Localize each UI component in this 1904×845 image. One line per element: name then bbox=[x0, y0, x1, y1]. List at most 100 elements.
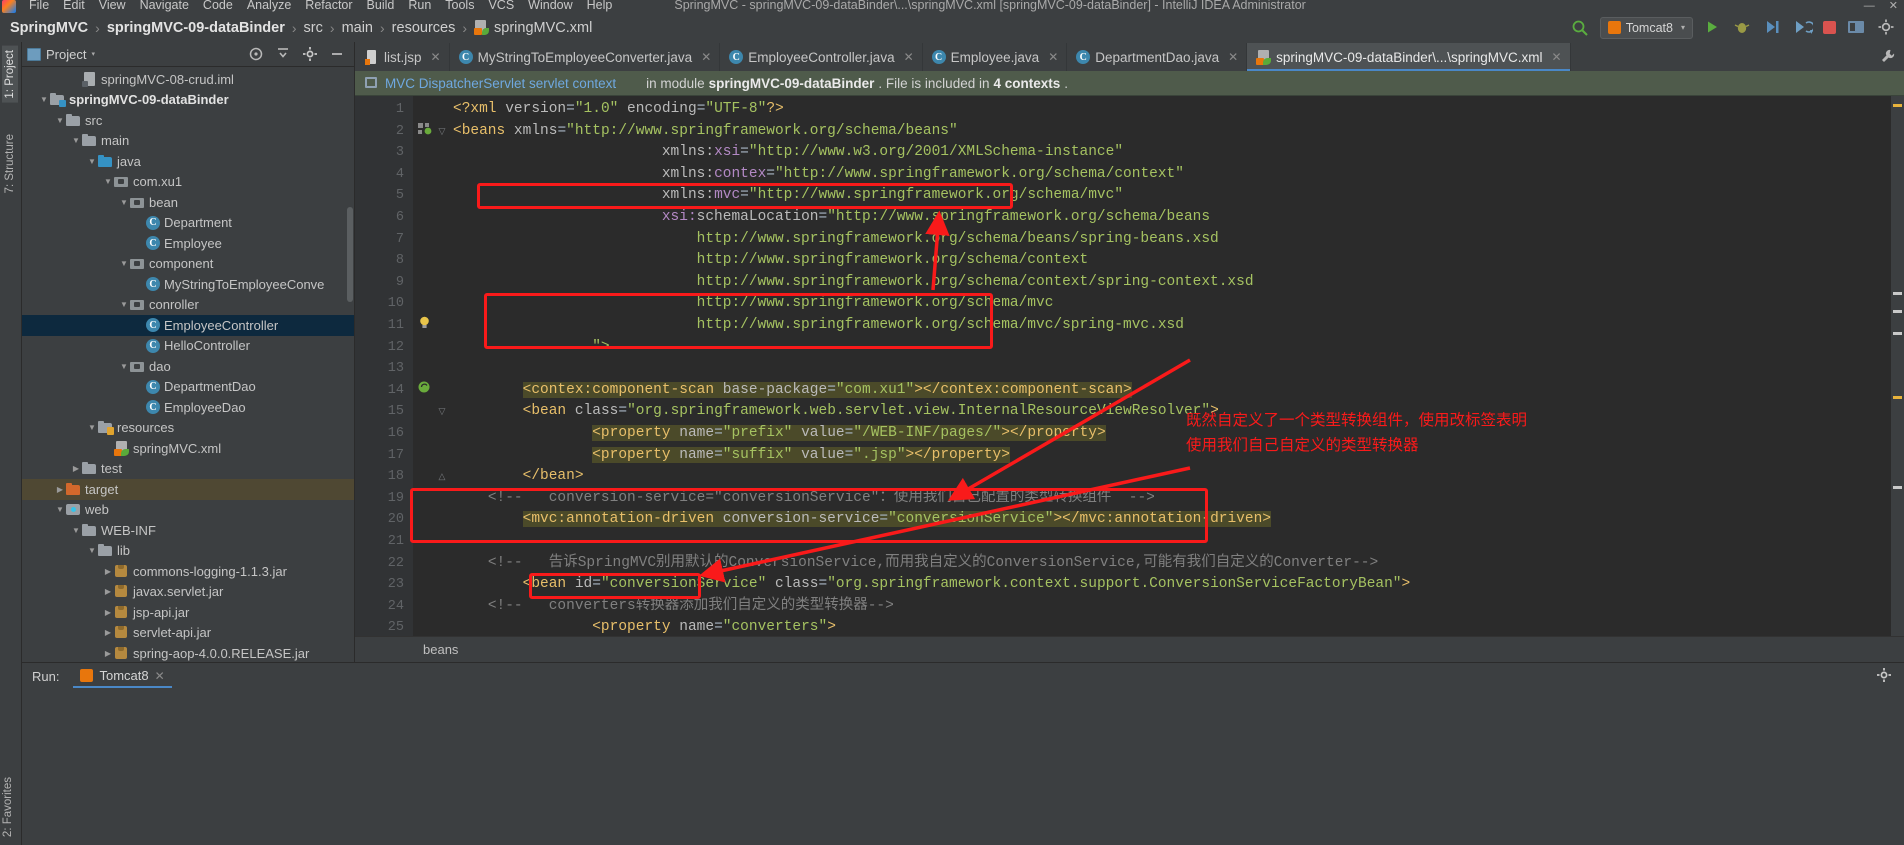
tree-item[interactable]: ▼ bean bbox=[22, 192, 354, 213]
search-icon[interactable] bbox=[1570, 18, 1590, 38]
wrench-icon[interactable] bbox=[1880, 48, 1904, 71]
tree-expand-arrow[interactable]: ▼ bbox=[54, 116, 66, 125]
tree-expand-arrow[interactable]: ▼ bbox=[86, 423, 98, 432]
tree-item[interactable]: ▼ dao bbox=[22, 356, 354, 377]
editor-breadcrumb[interactable]: beans bbox=[355, 636, 1904, 662]
tree-item[interactable]: ▶ spring-aop-4.0.0.RELEASE.jar bbox=[22, 643, 354, 664]
tree-expand-arrow[interactable]: ▼ bbox=[54, 505, 66, 514]
tree-item[interactable]: ▶ jsp-api.jar bbox=[22, 602, 354, 623]
close-icon[interactable]: ✕ bbox=[904, 50, 914, 64]
tree-item[interactable]: ▼ WEB-INF bbox=[22, 520, 354, 541]
intention-bulb-icon[interactable] bbox=[415, 315, 433, 337]
menu-item-run[interactable]: Run bbox=[401, 0, 438, 12]
tree-item[interactable]: ▼ com.xu1 bbox=[22, 172, 354, 193]
sidebar-item-structure[interactable]: 7: Structure bbox=[2, 130, 18, 197]
code-line[interactable]: xmlns:xsi="http://www.w3.org/2001/XMLSch… bbox=[453, 142, 1123, 164]
breadcrumb-springmvc[interactable]: SpringMVC bbox=[10, 20, 88, 36]
close-icon[interactable]: ✕ bbox=[1889, 0, 1898, 13]
menu-item-edit[interactable]: Edit bbox=[56, 0, 92, 12]
tree-item[interactable]: C Department bbox=[22, 213, 354, 234]
code-line[interactable]: http://www.springframework.org/schema/co… bbox=[453, 272, 1254, 294]
editor-fold-gutter[interactable] bbox=[413, 96, 435, 636]
coverage-icon[interactable] bbox=[1763, 18, 1783, 38]
code-line[interactable]: <!-- converters转换器添加我们自定义的类型转换器--> bbox=[453, 596, 894, 618]
tree-item[interactable]: ▼ java bbox=[22, 151, 354, 172]
breadcrumb-resources[interactable]: resources bbox=[392, 20, 456, 36]
tree-expand-arrow[interactable]: ▶ bbox=[102, 628, 114, 637]
breadcrumb-main[interactable]: main bbox=[342, 20, 373, 36]
menu-item-vcs[interactable]: VCS bbox=[481, 0, 521, 12]
code-line[interactable]: </bean> bbox=[453, 466, 584, 488]
tree-item[interactable]: ▼ resources bbox=[22, 418, 354, 439]
tree-item[interactable]: ▶ servlet-api.jar bbox=[22, 623, 354, 644]
tree-item[interactable]: ▼ component bbox=[22, 254, 354, 275]
code-line[interactable]: xmlns:contex="http://www.springframework… bbox=[453, 164, 1184, 186]
sidebar-item-favorites[interactable]: 2: Favorites bbox=[0, 773, 16, 841]
tree-expand-arrow[interactable]: ▶ bbox=[102, 608, 114, 617]
tree-expand-arrow[interactable]: ▶ bbox=[102, 649, 114, 658]
code-line[interactable]: <!-- conversion-service="conversionServi… bbox=[453, 488, 1155, 510]
code-line[interactable]: <!-- 告诉SpringMVC别用默认的ConversionService,而… bbox=[453, 553, 1378, 575]
tree-item[interactable]: C EmployeeController bbox=[22, 315, 354, 336]
code-fold-toggle[interactable]: △ bbox=[435, 466, 449, 488]
run-tab-tomcat8[interactable]: Tomcat8 ✕ bbox=[73, 665, 172, 688]
run-icon[interactable] bbox=[1703, 18, 1723, 38]
breadcrumb-module[interactable]: springMVC-09-dataBinder bbox=[107, 20, 285, 36]
debug-icon[interactable] bbox=[1733, 18, 1753, 38]
collapse-all-icon[interactable] bbox=[275, 46, 291, 62]
tree-expand-arrow[interactable]: ▼ bbox=[70, 136, 82, 145]
window-controls[interactable]: — ✕ bbox=[1864, 0, 1898, 13]
layout-icon[interactable] bbox=[1846, 18, 1866, 38]
banner-context-count[interactable]: 4 contexts bbox=[993, 76, 1060, 91]
tree-item[interactable]: C DepartmentDao bbox=[22, 377, 354, 398]
editor-tab[interactable]: springMVC-09-dataBinder\...\springMVC.xm… bbox=[1247, 43, 1571, 71]
code-line[interactable]: http://www.springframework.org/schema/be… bbox=[453, 229, 1219, 251]
editor-tab[interactable]: C DepartmentDao.java ✕ bbox=[1067, 43, 1248, 71]
tree-expand-arrow[interactable]: ▼ bbox=[118, 198, 130, 207]
menu-item-view[interactable]: View bbox=[92, 0, 133, 12]
code-line[interactable]: http://www.springframework.org/schema/co… bbox=[453, 250, 1089, 272]
menu-item-code[interactable]: Code bbox=[196, 0, 240, 12]
close-icon[interactable]: ✕ bbox=[1552, 50, 1562, 64]
spring-bean-gutter-icon[interactable] bbox=[415, 121, 433, 143]
menu-item-navigate[interactable]: Navigate bbox=[133, 0, 196, 12]
tree-expand-arrow[interactable]: ▼ bbox=[86, 546, 98, 555]
code-fold-toggle[interactable]: ▽ bbox=[435, 401, 449, 423]
settings-gear-icon[interactable] bbox=[1876, 667, 1904, 687]
hide-icon[interactable] bbox=[329, 46, 345, 62]
code-line[interactable]: <beans xmlns="http://www.springframework… bbox=[453, 121, 958, 143]
tree-expand-arrow[interactable]: ▼ bbox=[102, 177, 114, 186]
code-line[interactable]: xmlns:mvc="http://www.springframework.or… bbox=[453, 185, 1123, 207]
code-line[interactable]: <property name="converters"> bbox=[453, 617, 836, 636]
code-line[interactable]: <mvc:annotation-driven conversion-servic… bbox=[453, 509, 1271, 531]
tree-expand-arrow[interactable]: ▼ bbox=[86, 157, 98, 166]
editor-tab-bar[interactable]: list.jsp ✕ C MyStringToEmployeeConverter.ja… bbox=[355, 42, 1904, 71]
sidebar-item-project[interactable]: 1: Project bbox=[2, 46, 18, 103]
tree-item[interactable]: ▼ lib bbox=[22, 541, 354, 562]
tree-expand-arrow[interactable]: ▶ bbox=[102, 587, 114, 596]
menu-item-window[interactable]: Window bbox=[521, 0, 579, 12]
menu-item-help[interactable]: Help bbox=[580, 0, 620, 12]
code-line[interactable]: xsi:schemaLocation="http://www.springfra… bbox=[453, 207, 1210, 229]
minimize-icon[interactable]: — bbox=[1864, 0, 1875, 13]
tree-item[interactable]: ▶ test bbox=[22, 459, 354, 480]
tree-item[interactable]: C MyStringToEmployeeConve bbox=[22, 274, 354, 295]
tree-expand-arrow[interactable]: ▼ bbox=[70, 526, 82, 535]
project-tree[interactable]: springMVC-08-crud.iml ▼ springMVC-09-dataB… bbox=[22, 67, 354, 667]
code-line[interactable]: <property name="prefix" value="/WEB-INF/… bbox=[453, 423, 1106, 445]
editor-tab[interactable]: list.jsp ✕ bbox=[355, 43, 450, 71]
tree-item[interactable]: ▼ conroller bbox=[22, 295, 354, 316]
tree-expand-arrow[interactable]: ▶ bbox=[102, 567, 114, 576]
tree-expand-arrow[interactable]: ▼ bbox=[118, 362, 130, 371]
menu-item-file[interactable]: File bbox=[22, 0, 56, 12]
settings-icon[interactable] bbox=[1876, 18, 1896, 38]
tree-item[interactable]: ▼ src bbox=[22, 110, 354, 131]
tree-expand-arrow[interactable]: ▶ bbox=[54, 485, 66, 494]
code-editor[interactable]: 1 <?xml version="1.0" encoding="UTF-8"?> 2… bbox=[355, 96, 1904, 636]
target-icon[interactable] bbox=[248, 46, 264, 62]
menu-item-tools[interactable]: Tools bbox=[438, 0, 481, 12]
tree-item[interactable]: ▼ main bbox=[22, 131, 354, 152]
tree-item[interactable]: springMVC.xml bbox=[22, 438, 354, 459]
close-icon[interactable]: ✕ bbox=[701, 50, 711, 64]
menu-item-analyze[interactable]: Analyze bbox=[240, 0, 298, 12]
